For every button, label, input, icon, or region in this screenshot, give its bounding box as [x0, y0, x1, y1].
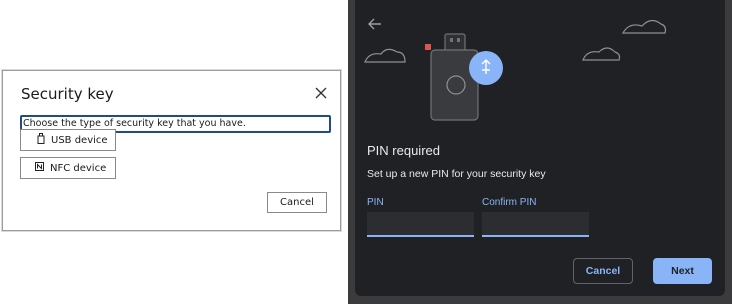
nfc-device-label: NFC device	[50, 162, 107, 174]
security-key-usb-illustration	[364, 19, 667, 121]
cancel-button[interactable]: Cancel	[267, 192, 327, 213]
pin-dialog: PIN required Set up a new PIN for your s…	[355, 0, 725, 296]
usb-device-button[interactable]: USB device	[20, 129, 116, 151]
page-strip	[348, 296, 732, 304]
security-key-dialog: Security key Choose the type of security…	[2, 70, 341, 231]
pin-subtitle: Set up a new PIN for your security key	[367, 168, 546, 180]
next-button[interactable]: Next	[653, 258, 712, 284]
confirm-pin-label: Confirm PIN	[482, 197, 537, 208]
pin-required-title: PIN required	[367, 143, 440, 158]
dialog-title: Security key	[21, 85, 114, 103]
back-arrow-icon[interactable]	[368, 17, 382, 35]
pin-input[interactable]	[367, 212, 474, 237]
nfc-device-button[interactable]: NFC device	[20, 157, 116, 179]
confirm-pin-input[interactable]	[482, 212, 589, 237]
usb-device-label: USB device	[51, 134, 108, 146]
pin-cancel-button[interactable]: Cancel	[573, 258, 633, 284]
pin-label: PIN	[367, 197, 384, 208]
nfc-icon	[35, 162, 44, 174]
usb-key-icon	[37, 133, 45, 147]
close-icon[interactable]	[312, 84, 330, 102]
